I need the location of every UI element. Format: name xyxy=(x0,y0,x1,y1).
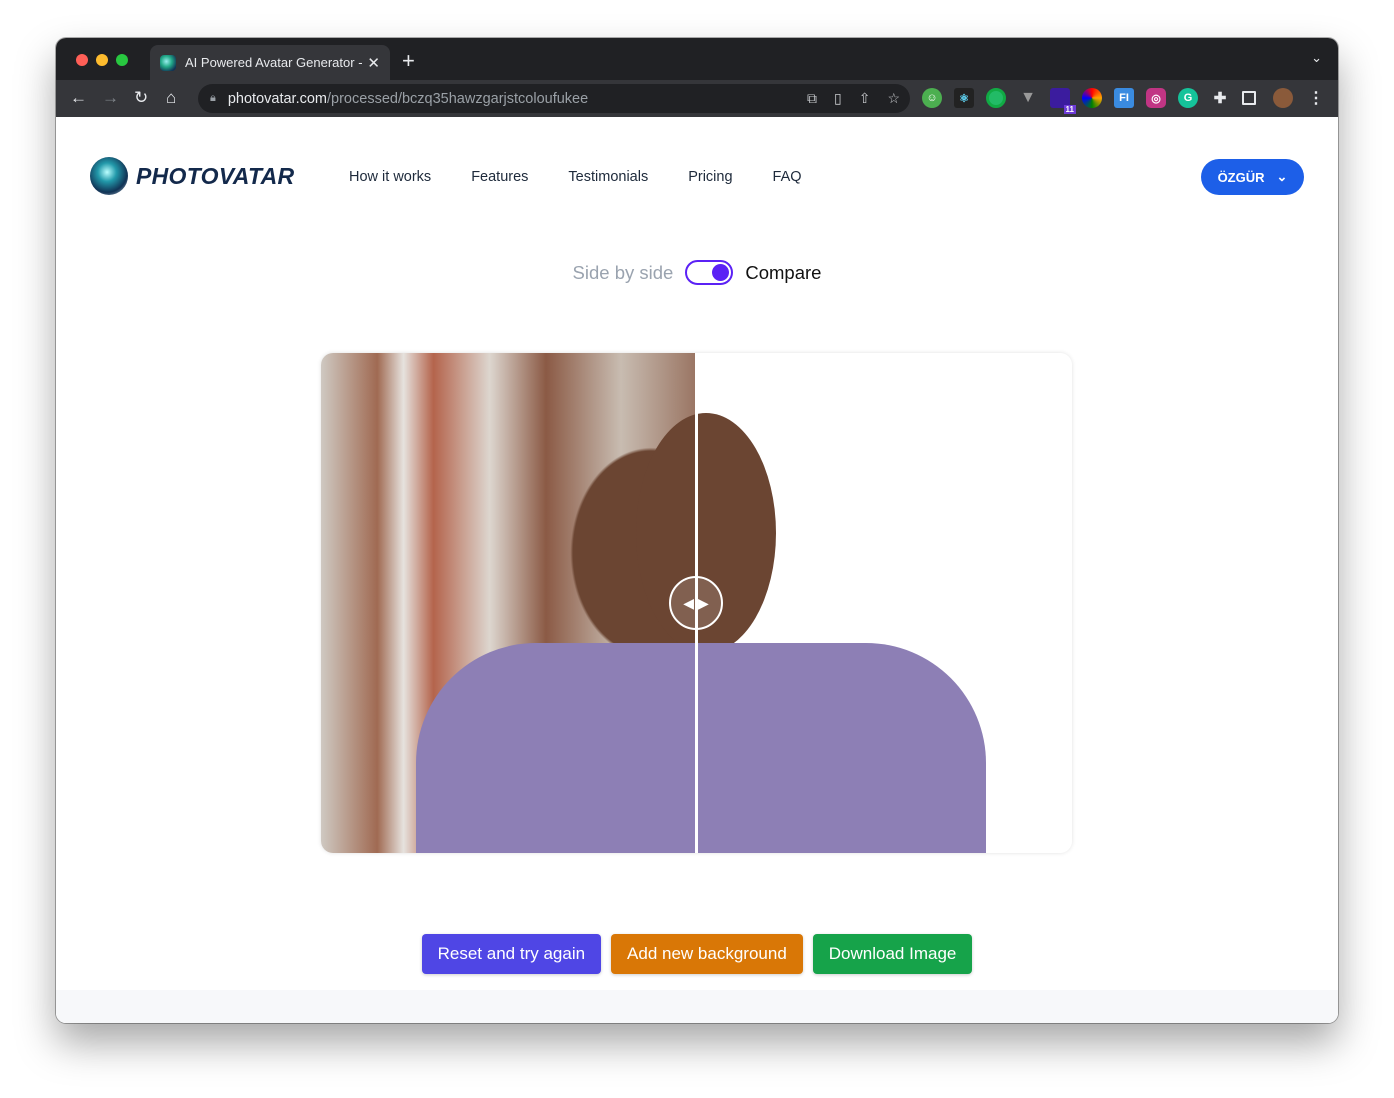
maximize-window-button[interactable] xyxy=(116,54,128,66)
user-menu-button[interactable]: ÖZGÜR ⌄ xyxy=(1201,159,1304,195)
compare-toggle-switch[interactable] xyxy=(685,260,734,285)
nav-testimonials[interactable]: Testimonials xyxy=(568,169,648,185)
browser-toolbar: ← → ↻ ⌂ 🔒︎ photovatar.com/processed/bczq… xyxy=(56,80,1338,117)
extension-robot-icon[interactable]: ☺ xyxy=(922,88,942,108)
back-icon[interactable]: ← xyxy=(70,88,87,108)
nav-faq[interactable]: FAQ xyxy=(773,169,802,185)
react-devtools-icon[interactable]: ⚛ xyxy=(954,88,974,108)
view-toggle: Side by side Compare xyxy=(56,260,1338,285)
logo[interactable]: PHOTOVATAR xyxy=(90,157,294,195)
background-removed-image xyxy=(416,353,1072,853)
translate-icon[interactable]: ⧉ xyxy=(807,90,817,107)
arrow-left-icon: ◀ xyxy=(683,594,694,611)
lock-icon: 🔒︎ xyxy=(210,92,216,104)
browser-tab[interactable]: AI Powered Avatar Generator - ✕ xyxy=(150,45,390,80)
toggle-knob xyxy=(712,264,730,281)
close-window-button[interactable] xyxy=(76,54,88,66)
page: PHOTOVATAR How it works Features Testimo… xyxy=(56,117,1338,1023)
compare-label[interactable]: Compare xyxy=(745,262,821,284)
side-by-side-label[interactable]: Side by side xyxy=(573,262,674,284)
browser-window: AI Powered Avatar Generator - ✕ + ⌄ ← → … xyxy=(56,38,1338,1023)
profile-avatar[interactable] xyxy=(1273,88,1293,108)
forward-icon[interactable]: → xyxy=(102,88,119,108)
download-button[interactable]: Download Image xyxy=(812,934,973,974)
extensions-puzzle-icon[interactable]: ✚ xyxy=(1210,88,1230,108)
favicon-icon xyxy=(160,54,176,71)
minimize-window-button[interactable] xyxy=(96,54,108,66)
url-host: photovatar.com xyxy=(227,90,328,107)
tab-search-chevron-icon[interactable]: ⌄ xyxy=(1311,50,1322,66)
logo-lens-icon xyxy=(90,157,128,195)
nav-pricing[interactable]: Pricing xyxy=(688,169,732,185)
tab-close-icon[interactable]: ✕ xyxy=(367,54,380,72)
tab-bar: AI Powered Avatar Generator - ✕ + ⌄ xyxy=(56,38,1338,80)
address-bar[interactable]: 🔒︎ photovatar.com/processed/bczq35hawzga… xyxy=(198,84,910,113)
add-background-button[interactable]: Add new background xyxy=(611,934,803,974)
comparison-viewer: ◀ ▶ xyxy=(321,353,1072,853)
home-icon[interactable]: ⌂ xyxy=(166,88,176,108)
extension-badge: 11 xyxy=(1063,105,1076,114)
action-buttons: Reset and try again Add new background D… xyxy=(56,934,1338,974)
grammarly-icon[interactable]: G xyxy=(1178,88,1198,108)
browser-menu-icon[interactable]: ⋮ xyxy=(1306,88,1326,108)
extension-fi-icon[interactable]: FI xyxy=(1114,88,1134,108)
page-icon[interactable]: ▯ xyxy=(834,90,842,107)
user-name: ÖZGÜR xyxy=(1217,169,1265,185)
nav-how-it-works[interactable]: How it works xyxy=(349,169,431,185)
chevron-down-icon: ⌄ xyxy=(1276,169,1288,184)
comparison-slider-handle[interactable]: ◀ ▶ xyxy=(669,576,723,630)
extension-stack-icon[interactable]: 11 xyxy=(1050,88,1076,114)
side-panel-icon[interactable] xyxy=(1242,91,1256,105)
reset-button[interactable]: Reset and try again xyxy=(421,934,602,974)
subject-shirt xyxy=(416,643,986,853)
share-icon[interactable]: ⇧ xyxy=(859,90,871,107)
arrow-right-icon: ▶ xyxy=(698,594,709,611)
reload-icon[interactable]: ↻ xyxy=(134,88,148,108)
vue-devtools-icon[interactable]: ▼ xyxy=(1018,88,1038,108)
url-path: /processed/bczq35hawzgarjstcoloufukee xyxy=(327,90,589,107)
color-picker-icon[interactable] xyxy=(1082,88,1102,108)
bookmark-star-icon[interactable]: ☆ xyxy=(887,90,900,107)
nav-features[interactable]: Features xyxy=(471,169,528,185)
instagram-icon[interactable]: ◎ xyxy=(1146,88,1166,108)
footer xyxy=(56,990,1338,1023)
tab-title: AI Powered Avatar Generator - xyxy=(185,55,363,70)
extension-target-icon[interactable] xyxy=(986,88,1006,108)
logo-text: PHOTOVATAR xyxy=(136,162,295,189)
new-tab-button[interactable]: + xyxy=(402,48,415,74)
main-nav: How it works Features Testimonials Prici… xyxy=(349,169,802,185)
